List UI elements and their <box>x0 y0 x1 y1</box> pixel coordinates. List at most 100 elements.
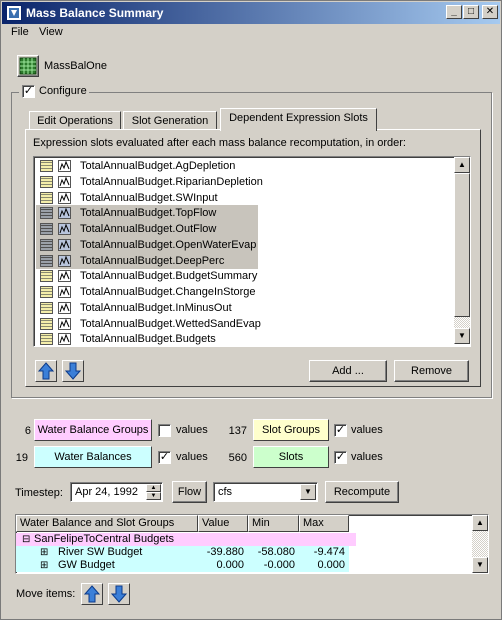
slot-list-rows: TotalAnnualBudget.AgDepletion TotalAnnual… <box>34 157 452 346</box>
slot-table-icon <box>40 160 53 172</box>
slot-list-item[interactable]: TotalAnnualBudget.OpenWaterEvap <box>36 236 258 253</box>
slot-list-scrollbar[interactable]: ▲ ▼ <box>454 157 470 344</box>
configure-checkbox[interactable]: ✓ <box>22 85 35 98</box>
title-bar[interactable]: Mass Balance Summary _ □ ✕ <box>2 2 500 24</box>
table-scrollbar[interactable]: ▲ ▼ <box>472 515 488 573</box>
panel-description: Expression slots evaluated after each ma… <box>33 137 406 149</box>
tab-slot-generation[interactable]: Slot Generation <box>123 111 217 131</box>
massbal-name: MassBalOne <box>44 60 107 72</box>
scroll-up-button[interactable]: ▲ <box>454 157 470 173</box>
chevron-down-icon[interactable]: ▼ <box>300 484 316 500</box>
slot-table-icon <box>40 301 53 314</box>
col-header-max[interactable]: Max <box>299 515 349 532</box>
slot-plot-icon <box>58 175 71 188</box>
spin-up-button[interactable]: ▲ <box>146 484 161 492</box>
maximize-button[interactable]: □ <box>463 5 479 19</box>
slot-table-icon <box>40 254 53 267</box>
slot-list-item[interactable]: TotalAnnualBudget.SWInput <box>36 190 258 206</box>
expand-icon[interactable]: ⊞ <box>40 546 48 559</box>
tab-edit-operations[interactable]: Edit Operations <box>29 111 121 131</box>
slot-list-item[interactable]: TotalAnnualBudget.ChangeInStorge <box>36 284 258 300</box>
slots-values-checkbox[interactable]: ✓ <box>334 451 347 464</box>
table-row-name: GW Budget <box>58 559 115 571</box>
table-cell-max: 0.000 <box>317 559 345 571</box>
slot-list-item[interactable]: TotalAnnualBudget.TopFlow <box>36 205 258 222</box>
slot-table-icon <box>40 191 53 204</box>
wbg-values-label: values <box>176 424 208 436</box>
slots-button[interactable]: Slots <box>253 446 329 468</box>
slot-plot-icon <box>58 223 71 235</box>
slot-list-item[interactable]: TotalAnnualBudget.BudgetSummary <box>36 268 258 284</box>
wb-count: 19 <box>15 452 28 464</box>
table-row[interactable]: ⊞ GW Budget 0.000 -0.000 0.000 <box>16 559 349 572</box>
water-balances-button[interactable]: Water Balances <box>34 446 152 468</box>
spin-down-button[interactable]: ▼ <box>146 492 161 500</box>
expand-icon[interactable]: ⊞ <box>40 559 48 572</box>
scroll-down-button[interactable]: ▼ <box>454 328 470 344</box>
units-select[interactable]: cfs ▼ <box>213 482 318 502</box>
slot-table-icon <box>40 333 53 346</box>
col-header-value[interactable]: Value <box>198 515 248 532</box>
table-scroll-down-button[interactable]: ▼ <box>472 557 488 573</box>
add-button[interactable]: Add ... <box>309 360 387 382</box>
col-header-min[interactable]: Min <box>248 515 299 532</box>
wbg-values-checkbox[interactable] <box>158 424 171 437</box>
move-down-button[interactable] <box>62 360 84 382</box>
slot-plot-icon <box>58 191 71 204</box>
slot-list-item[interactable]: TotalAnnualBudget.AgDepletion <box>36 158 258 174</box>
massbal-button[interactable] <box>17 55 39 77</box>
minimize-button[interactable]: _ <box>446 5 462 19</box>
slot-table-icon <box>40 207 53 220</box>
slot-list-item[interactable]: TotalAnnualBudget.WettedSandEvap <box>36 316 261 332</box>
wb-values-checkbox[interactable]: ✓ <box>158 451 171 464</box>
col-header-name[interactable]: Water Balance and Slot Groups <box>16 515 198 532</box>
slot-list-item[interactable]: TotalAnnualBudget.Budgets <box>36 331 258 346</box>
units-value: cfs <box>218 486 233 498</box>
slot-list-item[interactable]: TotalAnnualBudget.InMinusOut <box>36 300 258 316</box>
table-cell-max: -9.474 <box>313 546 345 558</box>
slot-list-item-label: TotalAnnualBudget.TopFlow <box>80 207 217 220</box>
slot-table-icon <box>40 286 53 298</box>
move-items-down-button[interactable] <box>108 583 130 605</box>
arrow-down-icon <box>64 362 82 380</box>
slot-plot-icon <box>58 270 71 283</box>
slot-table-icon <box>40 238 53 251</box>
slot-list-item-label: TotalAnnualBudget.InMinusOut <box>80 301 232 314</box>
slot-plot-icon <box>58 254 71 267</box>
water-balance-groups-button[interactable]: Water Balance Groups <box>34 419 152 441</box>
table-cell-value: -39.880 <box>206 546 244 558</box>
slot-list-item[interactable]: TotalAnnualBudget.RiparianDepletion <box>36 174 263 190</box>
slot-list-item[interactable]: TotalAnnualBudget.DeepPerc <box>36 252 258 269</box>
sg-count: 137 <box>228 425 247 437</box>
window-title: Mass Balance Summary <box>26 6 164 20</box>
slot-list-item-label: TotalAnnualBudget.OutFlow <box>80 223 217 235</box>
sg-values-checkbox[interactable]: ✓ <box>334 424 347 437</box>
slot-table-icon <box>40 270 53 283</box>
tab-dependent-expression-slots[interactable]: Dependent Expression Slots <box>220 108 377 131</box>
table-cell-min: -58.080 <box>257 546 295 558</box>
table-row[interactable]: ⊞ River SW Budget -39.880 -58.080 -9.474 <box>16 546 349 559</box>
slot-list: TotalAnnualBudget.AgDepletion TotalAnnual… <box>33 156 471 347</box>
slot-list-item[interactable]: TotalAnnualBudget.OutFlow <box>36 221 258 237</box>
recompute-button[interactable]: Recompute <box>325 481 399 503</box>
slot-groups-button[interactable]: Slot Groups <box>253 419 329 441</box>
slot-list-item-label: TotalAnnualBudget.ChangeInStorge <box>80 286 256 298</box>
remove-button[interactable]: Remove <box>394 360 469 382</box>
menu-view[interactable]: View <box>39 26 63 38</box>
slots-count: 560 <box>228 452 247 464</box>
grid-icon <box>19 57 37 75</box>
slot-plot-icon <box>58 160 71 172</box>
table-scroll-up-button[interactable]: ▲ <box>472 515 488 531</box>
arrow-up-icon <box>83 585 101 603</box>
scroll-thumb[interactable] <box>454 173 470 317</box>
flow-button[interactable]: Flow <box>172 481 207 503</box>
table-row-name: SanFelipeToCentral Budgets <box>34 533 175 545</box>
move-items-up-button[interactable] <box>81 583 103 605</box>
menu-file[interactable]: File <box>11 26 29 38</box>
collapse-icon[interactable]: ⊟ <box>22 533 30 546</box>
wb-values-label: values <box>176 451 208 463</box>
timestep-spinner[interactable]: Apr 24, 1992 ▲ ▼ <box>70 482 163 502</box>
close-button[interactable]: ✕ <box>482 5 498 19</box>
table-row[interactable]: ⊟ SanFelipeToCentral Budgets <box>16 533 356 546</box>
move-up-button[interactable] <box>35 360 57 382</box>
